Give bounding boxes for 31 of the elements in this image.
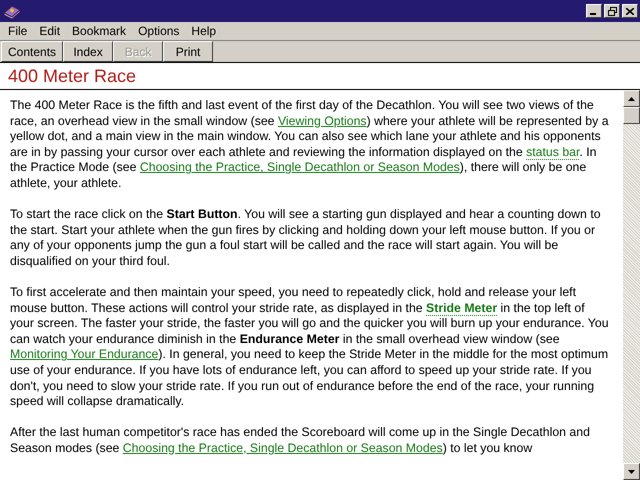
paragraph: After the last human competitor's race has ended the Scoreboard will come up in the Single Decathlon and Season modes (see Choosing the Practice, Single Decathlon or Season Modes) to let you know: [10, 425, 591, 456]
toolbar-button[interactable]: Contents: [1, 41, 64, 62]
topic-link[interactable]: Viewing Options: [278, 114, 367, 128]
restore-icon: [608, 6, 616, 16]
scroll-down-button[interactable]: [623, 463, 640, 480]
topic-link[interactable]: Choosing the Practice, Single Decathlon or Season Modes: [122, 440, 443, 455]
menu-item[interactable]: Help: [185, 24, 222, 38]
book-icon: [3, 3, 21, 19]
popup-link[interactable]: Stride Meter: [426, 300, 498, 316]
menu-item[interactable]: File: [2, 24, 34, 38]
down-arrow-icon: [628, 470, 635, 474]
paragraph: To start the race click on the Start Button. You will see a starting gun displayed and hear a counting down to the start. Start your athlete when the gun fires by clicking and holding down your left mouse button. If you or any of your opponents jump the gun a foul start will be called and the race will start again. You will be disqualified on your third foul.: [10, 207, 602, 270]
toolbar-button[interactable]: Print: [163, 41, 214, 62]
toolbar-button[interactable]: Index: [63, 41, 114, 62]
topic-link[interactable]: Monitoring Your Endurance: [10, 347, 158, 362]
popup-link[interactable]: status bar: [526, 144, 580, 160]
scroll-up-button[interactable]: [623, 90, 640, 107]
close-button[interactable]: [622, 4, 638, 18]
restore-button[interactable]: [604, 4, 620, 18]
scroll-thumb[interactable]: [623, 107, 640, 124]
menu-item[interactable]: Options: [132, 24, 186, 38]
topic-link[interactable]: Choosing the Practice, Single Decathlon or Season Modes: [140, 160, 460, 174]
scrollbar[interactable]: [623, 90, 640, 480]
topic-title: 400 Meter Race: [8, 66, 136, 86]
menu-item[interactable]: Bookmark: [66, 24, 132, 38]
paragraph: To first accelerate and then maintain your speed, you need to repeatedly click, hold and release your left mouse button. These actions will control your stride rate, as displayed in the Stride Meter in the top left of your screen. The faster your stride, the faster you will go and the quicker you will burn up your endurance. You can watch your endurance diminish in the Endurance Meter in the small overhead view window (see Monitoring Your Endurance). In general, you need to keep the Stride Meter in the middle for the most optimum use of your endurance. If you have lots of endurance left, you can afford to speed up your stride rate. If you don't, you need to slow your stride rate. If you run out of endurance before the end of the race, your running speed will collapse dramatically.: [10, 284, 610, 410]
menu-item[interactable]: Edit: [33, 24, 66, 38]
close-icon: [626, 8, 634, 14]
paragraph: The 400 Meter Race is the fifth and last event of the first day of the Decathlon. You will see two views of the race, an overhead view in the small window (see Viewing Options) where your athlete will be represented by a yellow dot, and a main view in the main window. You can also see which lane your athlete and his opponents are in by passing your cursor over each athlete and reviewing the information displayed on the status bar. In the Practice Mode (see Choosing the Practice, Single Decathlon or Season Modes), there will only be one athlete, your athlete.: [10, 98, 610, 192]
minimize-button[interactable]: [586, 4, 602, 18]
up-arrow-icon: [628, 96, 635, 100]
